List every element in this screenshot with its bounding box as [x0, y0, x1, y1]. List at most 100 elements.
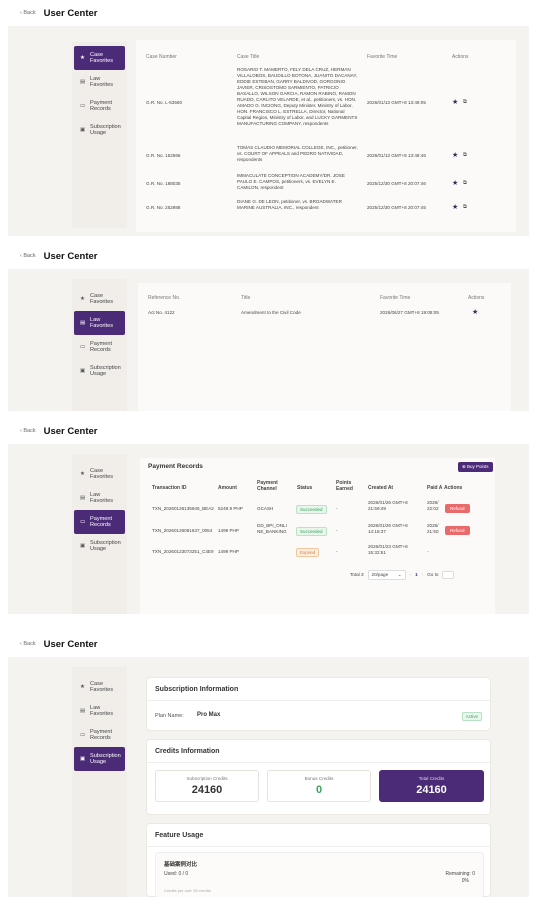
created-at: 2026/01/23 GMT+8 15:32:51 [368, 544, 408, 555]
star-icon[interactable]: ★ [452, 179, 458, 187]
subscription-usage-section: Subscription Information Plan Name: Pro … [140, 671, 497, 897]
case-number: G.R. No. 188035 [146, 181, 181, 186]
reference-no: Act No. 4122 [148, 310, 175, 315]
back-button[interactable]: ‹ Back [20, 253, 36, 259]
sidebar-item-case-favorites[interactable]: ★ Case Favorites [74, 46, 125, 70]
sidebar-item-payment-records[interactable]: ▭ Payment Records [74, 723, 125, 747]
feature-used: Used: 0 / 0 [164, 871, 189, 877]
case-title[interactable]: IMMACULATE CONCEPTION ACADEMY/DR. JOSE P… [237, 173, 359, 191]
paid-at: - [427, 549, 429, 554]
col-actions: Actions [468, 295, 485, 301]
case-title[interactable]: TOMAS CLAUDIO MEMORIAL COLLEGE, INC., pe… [237, 145, 359, 163]
document-icon: ▤ [80, 319, 86, 326]
col-case-title: Case Title [237, 54, 260, 60]
sidebar-item-case-favorites[interactable]: ★ Case Favorites [74, 675, 125, 699]
feature-note: Credits per unit: 50 credits [164, 888, 211, 893]
case-title[interactable]: DIANE G. DE LEON, petitioner, vs. BROADW… [237, 199, 359, 211]
sidebar-item-law-favorites[interactable]: ▤ Law Favorites [74, 70, 125, 94]
sidebar-item-payment-records[interactable]: ▭ Payment Records [74, 510, 125, 534]
col-reference-no: Reference No. [148, 295, 181, 301]
created-at: 2026/01/26 GMT+8 14:16:37 [368, 523, 408, 534]
col-title: Title [241, 295, 251, 301]
star-icon[interactable]: ★ [452, 151, 458, 159]
sidebar-item-law-favorites[interactable]: ▤ Law Favorites [74, 699, 125, 723]
sidebar-item-subscription-usage[interactable]: ▣ Subscription Usage [74, 534, 125, 558]
divider [147, 846, 490, 847]
receipt-icon: ▣ [80, 542, 86, 549]
goto-input[interactable] [442, 570, 455, 579]
back-button[interactable]: ‹ Back [20, 428, 36, 434]
panel-payment-records: ‹ Back User Center ★ Case Favorites ▤ Law Fa… [8, 418, 529, 614]
back-button[interactable]: ‹ Back [20, 641, 36, 647]
favorite-time: 2025/12/30 GMT+8 20:07:46 [367, 181, 426, 186]
star-icon[interactable]: ★ [452, 98, 458, 106]
feature-usage-card: Feature Usage 基础案例对比 Used: 0 / 0 Remaini… [146, 823, 491, 897]
law-title[interactable]: Amendment to the Civil Code [241, 310, 301, 316]
star-icon[interactable]: ★ [472, 308, 478, 316]
sidebar-item-subscription-usage[interactable]: ▣ Subscription Usage [74, 118, 125, 142]
card-icon: ▭ [80, 518, 86, 525]
refund-button[interactable]: Refund [445, 526, 470, 535]
receipt-icon: ▣ [80, 367, 86, 374]
paid-at: 2026/21:50 [427, 523, 439, 534]
case-favorites-table: Case Number Case Title Favorite Time Act… [136, 40, 516, 232]
sidebar: ★ Case Favorites ▤ Law Favorites ▭ Payment Rec… [72, 667, 127, 897]
star-icon[interactable]: ★ [452, 203, 458, 211]
created-at: 2026/01/26 GMT+8 21:59:49 [368, 500, 408, 511]
sidebar-item-law-favorites[interactable]: ▤ Law Favorites [74, 486, 125, 510]
sidebar-item-subscription-usage[interactable]: ▣ Subscription Usage [74, 747, 125, 771]
panel-law-favorites: ‹ Back User Center ★ Case Favorites ▤ Law Fa… [8, 243, 529, 411]
sidebar-item-subscription-usage[interactable]: ▣ Subscription Usage [74, 359, 125, 383]
page-size-select[interactable]: 20/page ⌄ [367, 570, 406, 580]
page-title: User Center [43, 7, 98, 19]
section-title: Credits Information [155, 748, 220, 755]
case-number: G.R. No. L-53560 [146, 100, 183, 105]
star-icon: ★ [80, 54, 85, 61]
col-case-number: Case Number [146, 54, 177, 60]
total-credits-box: Total Credits 24160 [379, 770, 484, 802]
divider [147, 700, 490, 701]
col-actions: Actions [444, 485, 463, 491]
next-page-button[interactable]: › [422, 572, 424, 578]
copy-icon[interactable]: ⧉ [463, 152, 467, 159]
status-badge: Succeeded [296, 527, 327, 536]
favorite-time: 2026/01/13 GMT+8 13:48:46 [367, 153, 426, 158]
card-icon: ▭ [80, 102, 86, 109]
feature-item: 基础案例对比 Used: 0 / 0 Remaining: 0 0% Credi… [155, 852, 484, 897]
sidebar-item-law-favorites[interactable]: ▤ Law Favorites [74, 311, 125, 335]
refund-button[interactable]: Refund [445, 504, 470, 513]
header-bar: ‹ Back User Center [8, 631, 529, 657]
bonus-credits-value: 0 [315, 784, 323, 796]
sidebar-item-case-favorites[interactable]: ★ Case Favorites [74, 462, 125, 486]
sidebar-item-case-favorites[interactable]: ★ Case Favorites [74, 287, 125, 311]
prev-page-button[interactable]: ‹ [410, 572, 412, 578]
feature-percent: 0% [461, 878, 469, 884]
col-transaction-id: Transaction ID [152, 485, 187, 491]
goto-label: Go to [427, 572, 439, 577]
case-number: G.R. No. 252988 [146, 205, 181, 210]
total-credits-value: 24160 [416, 784, 447, 796]
feature-name: 基础案例对比 [164, 862, 198, 868]
sidebar-item-payment-records[interactable]: ▭ Payment Records [74, 335, 125, 359]
transaction-id: TXN_20260126081637_0054 [152, 528, 213, 533]
sidebar: ★ Case Favorites ▤ Law Favorites ▭ Payment Rec… [72, 454, 127, 614]
status-badge: Active [461, 712, 482, 721]
back-button[interactable]: ‹ Back [20, 10, 36, 16]
copy-icon[interactable]: ⧉ [463, 99, 467, 106]
total-count: Total 3 [350, 572, 364, 577]
buy-points-button[interactable]: ⊕ Buy Points [458, 462, 493, 472]
sidebar: ★ Case Favorites ▤ Law Favorites ▭ Payment Rec… [72, 42, 127, 228]
receipt-icon: ▣ [80, 126, 86, 133]
favorite-time: 2026/01/13 GMT+8 13:49:05 [367, 100, 426, 105]
copy-icon[interactable]: ⧉ [463, 180, 467, 187]
header-bar: ‹ Back User Center [8, 0, 529, 26]
status-badge: Expired [296, 548, 320, 557]
current-page[interactable]: 1 [415, 572, 418, 578]
copy-icon[interactable]: ⧉ [463, 204, 467, 211]
star-icon: ★ [80, 295, 85, 302]
plan-name: Pro Max [197, 712, 221, 718]
case-title[interactable]: ROSARIO T. MAMERTO, FELY DELA CRUZ, HERM… [237, 67, 359, 127]
panel-case-favorites: ‹ Back User Center ★ Case Favorites ▤ Law Fa… [8, 0, 529, 236]
sidebar-item-payment-records[interactable]: ▭ Payment Records [74, 94, 125, 118]
amount: 1499 PHP [218, 528, 239, 533]
